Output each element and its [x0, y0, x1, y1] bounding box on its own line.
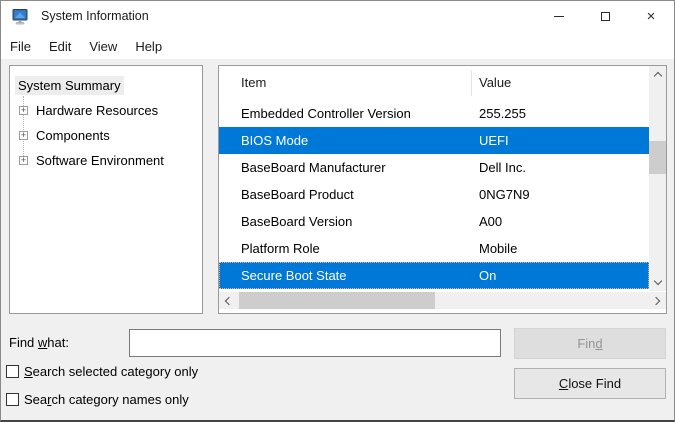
chevron-down-icon [653, 277, 661, 285]
system-information-window: System Information × File Edit View Help… [0, 0, 675, 422]
list-row-embedded-controller-version[interactable]: Embedded Controller Version 255.255 [219, 100, 649, 127]
tree-item-label: Components [33, 126, 113, 145]
close-icon: × [647, 9, 656, 24]
item-cell: BIOS Mode [241, 127, 308, 154]
vertical-scrollbar-thumb[interactable] [649, 141, 666, 174]
item-cell: BaseBoard Product [241, 181, 354, 208]
item-cell: Embedded Controller Version [241, 100, 411, 127]
value-cell: UEFI [479, 127, 509, 154]
column-divider[interactable] [471, 70, 472, 96]
find-what-label: Find what: [9, 335, 69, 350]
tree-item-hardware-resources[interactable]: + Hardware Resources [10, 100, 161, 120]
value-cell: 0NG7N9 [479, 181, 530, 208]
maximize-icon [601, 12, 610, 21]
scroll-down-button[interactable] [649, 274, 666, 291]
maximize-button[interactable] [582, 1, 628, 32]
system-information-icon [12, 8, 30, 26]
list-row-secure-boot-state[interactable]: Secure Boot State On [219, 262, 649, 289]
titlebar: System Information × [1, 1, 674, 33]
expand-plus-icon[interactable]: + [19, 156, 28, 165]
list-header: Item Value [219, 66, 649, 98]
value-cell: 255.255 [479, 100, 526, 127]
column-header-item[interactable]: Item [241, 75, 266, 90]
chevron-left-icon [225, 296, 233, 304]
horizontal-scrollbar[interactable] [219, 292, 666, 309]
value-cell: A00 [479, 208, 502, 235]
scroll-up-button[interactable] [649, 66, 666, 83]
list-row-bios-mode[interactable]: BIOS Mode UEFI [219, 127, 649, 154]
find-button[interactable]: Find [514, 328, 666, 359]
expand-plus-icon[interactable]: + [19, 131, 28, 140]
list-row-platform-role[interactable]: Platform Role Mobile [219, 235, 649, 262]
search-selected-category-checkbox[interactable] [6, 365, 19, 378]
chevron-up-icon [653, 72, 661, 80]
search-selected-category-row: Search selected category only [6, 364, 198, 379]
scroll-right-button[interactable] [649, 292, 666, 309]
menubar: File Edit View Help [1, 33, 674, 59]
tree-item-software-environment[interactable]: + Software Environment [10, 150, 167, 170]
window-title: System Information [41, 1, 149, 32]
category-tree-panel: System Summary + Hardware Resources + Co… [9, 65, 203, 314]
close-find-button[interactable]: Close Find [514, 368, 666, 399]
search-category-names-label: Search category names only [24, 392, 189, 407]
tree-item-label: Software Environment [33, 151, 167, 170]
menu-file[interactable]: File [4, 35, 37, 58]
tree-item-components[interactable]: + Components [10, 125, 113, 145]
minimize-button[interactable] [536, 1, 582, 32]
horizontal-scrollbar-thumb[interactable] [239, 292, 435, 309]
scroll-left-button[interactable] [219, 292, 236, 309]
menu-view[interactable]: View [83, 35, 123, 58]
tree-item-label: Hardware Resources [33, 101, 161, 120]
column-header-value[interactable]: Value [479, 75, 511, 90]
item-cell: BaseBoard Manufacturer [241, 154, 386, 181]
details-list-panel: Item Value Embedded Controller Version 2… [218, 65, 667, 314]
search-category-names-row: Search category names only [6, 392, 189, 407]
list-row-baseboard-manufacturer[interactable]: BaseBoard Manufacturer Dell Inc. [219, 154, 649, 181]
list-row-baseboard-version[interactable]: BaseBoard Version A00 [219, 208, 649, 235]
window-controls: × [536, 1, 674, 32]
item-cell: BaseBoard Version [241, 208, 352, 235]
vertical-scrollbar[interactable] [649, 66, 666, 291]
tree-item-label: System Summary [15, 76, 124, 95]
menu-help[interactable]: Help [129, 35, 168, 58]
expand-plus-icon[interactable]: + [19, 106, 28, 115]
list-row-baseboard-product[interactable]: BaseBoard Product 0NG7N9 [219, 181, 649, 208]
value-cell: Dell Inc. [479, 154, 526, 181]
value-cell: On [479, 262, 496, 289]
tree-item-system-summary[interactable]: System Summary [15, 75, 124, 95]
find-what-input[interactable] [129, 329, 501, 357]
menu-edit[interactable]: Edit [43, 35, 77, 58]
search-selected-category-label: Search selected category only [24, 364, 198, 379]
value-cell: Mobile [479, 235, 517, 262]
search-category-names-checkbox[interactable] [6, 393, 19, 406]
item-cell: Secure Boot State [241, 262, 347, 289]
minimize-icon [554, 16, 564, 17]
chevron-right-icon [652, 296, 660, 304]
item-cell: Platform Role [241, 235, 320, 262]
close-button[interactable]: × [628, 1, 674, 32]
